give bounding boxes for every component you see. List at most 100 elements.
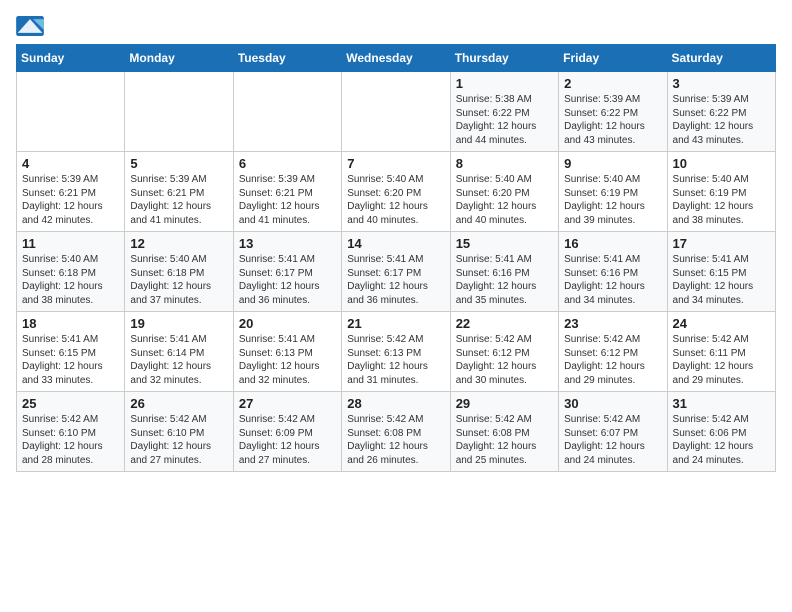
logo-icon (16, 16, 44, 36)
day-info: Sunrise: 5:42 AM Sunset: 6:13 PM Dayligh… (347, 333, 444, 387)
calendar-day-cell: 12Sunrise: 5:40 AM Sunset: 6:18 PM Dayli… (125, 232, 233, 312)
weekday-header-wednesday: Wednesday (342, 45, 450, 72)
calendar-day-cell: 6 Sunrise: 5:39 AM Sunset: 6:21 PM Daylig… (233, 152, 341, 232)
calendar-day-cell: 1 Sunrise: 5:38 AM Sunset: 6:22 PM Daylig… (450, 72, 558, 152)
calendar-day-cell: 7 Sunrise: 5:40 AM Sunset: 6:20 PM Daylig… (342, 152, 450, 232)
day-number: 18 (22, 316, 119, 331)
calendar-day-cell: 20 Sunrise: 5:41 AM Sunset: 6:13 PM Dayli… (233, 312, 341, 392)
day-number: 24 (673, 316, 770, 331)
weekday-header-saturday: Saturday (667, 45, 775, 72)
day-number: 13 (239, 236, 336, 251)
day-info: Sunrise: 5:41 AM Sunset: 6:17 PM Dayligh… (239, 253, 336, 307)
calendar-day-cell: 30Sunrise: 5:42 AM Sunset: 6:07 PM Dayli… (559, 392, 667, 472)
calendar-day-cell: 23Sunrise: 5:42 AM Sunset: 6:12 PM Dayli… (559, 312, 667, 392)
day-info: Sunrise: 5:42 AM Sunset: 6:12 PM Dayligh… (456, 333, 553, 387)
day-number: 28 (347, 396, 444, 411)
calendar-day-cell: 28 Sunrise: 5:42 AM Sunset: 6:08 PM Dayli… (342, 392, 450, 472)
day-number: 14 (347, 236, 444, 251)
day-info: Sunrise: 5:40 AM Sunset: 6:19 PM Dayligh… (564, 173, 661, 227)
day-info: Sunrise: 5:42 AM Sunset: 6:08 PM Dayligh… (347, 413, 444, 467)
day-info: Sunrise: 5:42 AM Sunset: 6:12 PM Dayligh… (564, 333, 661, 387)
calendar-week-5: 25 Sunrise: 5:42 AM Sunset: 6:10 PM Dayli… (17, 392, 776, 472)
calendar-day-cell: 16 Sunrise: 5:41 AM Sunset: 6:16 PM Dayli… (559, 232, 667, 312)
calendar-day-cell: 22 Sunrise: 5:42 AM Sunset: 6:12 PM Dayli… (450, 312, 558, 392)
calendar-day-cell: 17Sunrise: 5:41 AM Sunset: 6:15 PM Dayli… (667, 232, 775, 312)
calendar-table: SundayMondayTuesdayWednesdayThursdayFrid… (16, 44, 776, 472)
day-info: Sunrise: 5:41 AM Sunset: 6:13 PM Dayligh… (239, 333, 336, 387)
day-number: 7 (347, 156, 444, 171)
day-number: 8 (456, 156, 553, 171)
weekday-header-thursday: Thursday (450, 45, 558, 72)
day-number: 20 (239, 316, 336, 331)
day-info: Sunrise: 5:42 AM Sunset: 6:10 PM Dayligh… (130, 413, 227, 467)
day-number: 6 (239, 156, 336, 171)
weekday-header-monday: Monday (125, 45, 233, 72)
calendar-day-cell: 5 Sunrise: 5:39 AM Sunset: 6:21 PM Daylig… (125, 152, 233, 232)
day-info: Sunrise: 5:41 AM Sunset: 6:16 PM Dayligh… (564, 253, 661, 307)
day-number: 21 (347, 316, 444, 331)
day-number: 1 (456, 76, 553, 91)
calendar-day-cell: 27Sunrise: 5:42 AM Sunset: 6:09 PM Dayli… (233, 392, 341, 472)
calendar-day-cell (342, 72, 450, 152)
calendar-day-cell (17, 72, 125, 152)
calendar-day-cell: 29 Sunrise: 5:42 AM Sunset: 6:08 PM Dayli… (450, 392, 558, 472)
calendar-week-1: 1 Sunrise: 5:38 AM Sunset: 6:22 PM Daylig… (17, 72, 776, 152)
day-info: Sunrise: 5:39 AM Sunset: 6:22 PM Dayligh… (564, 93, 661, 147)
day-number: 29 (456, 396, 553, 411)
day-number: 25 (22, 396, 119, 411)
day-info: Sunrise: 5:40 AM Sunset: 6:18 PM Dayligh… (22, 253, 119, 307)
day-info: Sunrise: 5:40 AM Sunset: 6:19 PM Dayligh… (673, 173, 770, 227)
calendar-week-2: 4 Sunrise: 5:39 AM Sunset: 6:21 PM Daylig… (17, 152, 776, 232)
day-number: 30 (564, 396, 661, 411)
calendar-day-cell: 11 Sunrise: 5:40 AM Sunset: 6:18 PM Dayli… (17, 232, 125, 312)
header (16, 16, 776, 36)
day-info: Sunrise: 5:41 AM Sunset: 6:15 PM Dayligh… (22, 333, 119, 387)
day-number: 9 (564, 156, 661, 171)
calendar-header: SundayMondayTuesdayWednesdayThursdayFrid… (17, 45, 776, 72)
day-info: Sunrise: 5:41 AM Sunset: 6:14 PM Dayligh… (130, 333, 227, 387)
weekday-header-friday: Friday (559, 45, 667, 72)
day-number: 11 (22, 236, 119, 251)
day-number: 4 (22, 156, 119, 171)
calendar-day-cell: 15Sunrise: 5:41 AM Sunset: 6:16 PM Dayli… (450, 232, 558, 312)
calendar-week-3: 11 Sunrise: 5:40 AM Sunset: 6:18 PM Dayli… (17, 232, 776, 312)
calendar-day-cell: 19 Sunrise: 5:41 AM Sunset: 6:14 PM Dayli… (125, 312, 233, 392)
day-info: Sunrise: 5:42 AM Sunset: 6:11 PM Dayligh… (673, 333, 770, 387)
calendar-day-cell: 25Sunrise: 5:42 AM Sunset: 6:10 PM Dayli… (17, 392, 125, 472)
calendar-day-cell (233, 72, 341, 152)
weekday-header-sunday: Sunday (17, 45, 125, 72)
day-number: 10 (673, 156, 770, 171)
day-number: 12 (130, 236, 227, 251)
calendar-day-cell: 21 Sunrise: 5:42 AM Sunset: 6:13 PM Dayli… (342, 312, 450, 392)
calendar-day-cell (125, 72, 233, 152)
day-number: 15 (456, 236, 553, 251)
calendar-day-cell: 4Sunrise: 5:39 AM Sunset: 6:21 PM Daylig… (17, 152, 125, 232)
day-info: Sunrise: 5:42 AM Sunset: 6:08 PM Dayligh… (456, 413, 553, 467)
day-number: 3 (673, 76, 770, 91)
calendar-day-cell: 2 Sunrise: 5:39 AM Sunset: 6:22 PM Daylig… (559, 72, 667, 152)
day-info: Sunrise: 5:38 AM Sunset: 6:22 PM Dayligh… (456, 93, 553, 147)
day-number: 31 (673, 396, 770, 411)
calendar-week-4: 18 Sunrise: 5:41 AM Sunset: 6:15 PM Dayli… (17, 312, 776, 392)
day-number: 27 (239, 396, 336, 411)
calendar-day-cell: 26Sunrise: 5:42 AM Sunset: 6:10 PM Dayli… (125, 392, 233, 472)
calendar-day-cell: 8 Sunrise: 5:40 AM Sunset: 6:20 PM Daylig… (450, 152, 558, 232)
day-info: Sunrise: 5:40 AM Sunset: 6:20 PM Dayligh… (456, 173, 553, 227)
day-info: Sunrise: 5:40 AM Sunset: 6:20 PM Dayligh… (347, 173, 444, 227)
day-info: Sunrise: 5:39 AM Sunset: 6:21 PM Dayligh… (239, 173, 336, 227)
day-info: Sunrise: 5:41 AM Sunset: 6:17 PM Dayligh… (347, 253, 444, 307)
calendar-day-cell: 3 Sunrise: 5:39 AM Sunset: 6:22 PM Daylig… (667, 72, 775, 152)
day-number: 2 (564, 76, 661, 91)
calendar-day-cell: 14 Sunrise: 5:41 AM Sunset: 6:17 PM Dayli… (342, 232, 450, 312)
day-number: 16 (564, 236, 661, 251)
calendar-day-cell: 9 Sunrise: 5:40 AM Sunset: 6:19 PM Daylig… (559, 152, 667, 232)
day-info: Sunrise: 5:42 AM Sunset: 6:06 PM Dayligh… (673, 413, 770, 467)
day-info: Sunrise: 5:39 AM Sunset: 6:21 PM Dayligh… (130, 173, 227, 227)
day-number: 22 (456, 316, 553, 331)
day-number: 19 (130, 316, 227, 331)
day-number: 5 (130, 156, 227, 171)
calendar-day-cell: 10 Sunrise: 5:40 AM Sunset: 6:19 PM Dayli… (667, 152, 775, 232)
day-info: Sunrise: 5:41 AM Sunset: 6:15 PM Dayligh… (673, 253, 770, 307)
day-info: Sunrise: 5:39 AM Sunset: 6:22 PM Dayligh… (673, 93, 770, 147)
calendar-day-cell: 24 Sunrise: 5:42 AM Sunset: 6:11 PM Dayli… (667, 312, 775, 392)
